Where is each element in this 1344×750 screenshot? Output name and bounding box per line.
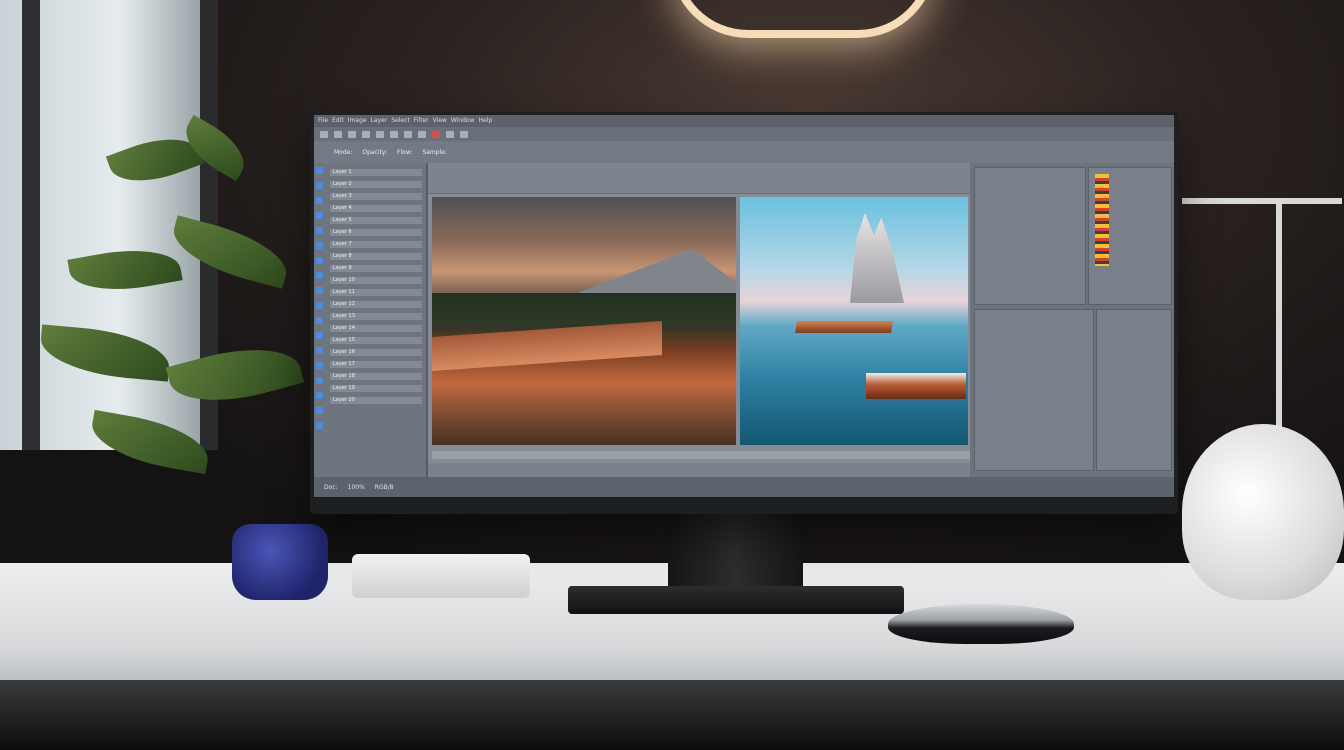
layer-row[interactable]: Layer 14 [330, 325, 422, 332]
blue-jar [232, 524, 328, 600]
tool-icon[interactable] [316, 242, 323, 249]
properties-section [974, 309, 1094, 471]
tool-icon[interactable] [316, 377, 323, 384]
monitor: File Edit Image Layer Select Filter View… [310, 112, 1178, 514]
monitor-stand [668, 514, 803, 589]
tool-icon[interactable] [316, 422, 323, 429]
menu-filter[interactable]: Filter [414, 115, 429, 127]
menu-window[interactable]: Window [451, 115, 475, 127]
settings-icon[interactable] [460, 130, 468, 138]
tool-icon[interactable] [316, 272, 323, 279]
layer-row[interactable]: Layer 19 [330, 385, 422, 392]
layer-row[interactable]: Layer 7 [330, 241, 422, 248]
tool-icon[interactable] [316, 212, 323, 219]
tool-icon[interactable] [316, 317, 323, 324]
tool-icon[interactable] [316, 227, 323, 234]
menu-image[interactable]: Image [348, 115, 367, 127]
photo-landscape-left[interactable] [432, 197, 736, 445]
layer-list: Layer 1 Layer 2 Layer 3 Layer 4 Layer 5 Layer… [330, 169, 422, 489]
layer-row[interactable]: Layer 4 [330, 205, 422, 212]
tool-icon[interactable] [316, 167, 323, 174]
option-flow[interactable]: Flow: [397, 149, 412, 156]
eraser-tool-icon[interactable] [390, 130, 398, 138]
desk-front [0, 680, 1344, 750]
layer-row[interactable]: Layer 9 [330, 265, 422, 272]
layer-row[interactable]: Layer 16 [330, 349, 422, 356]
menu-view[interactable]: View [433, 115, 447, 127]
menu-layer[interactable]: Layer [370, 115, 387, 127]
text-tool-icon[interactable] [404, 130, 412, 138]
layer-row[interactable]: Layer 10 [330, 277, 422, 284]
brush-tool-icon[interactable] [376, 130, 384, 138]
tool-icon[interactable] [316, 302, 323, 309]
mouse [888, 604, 1074, 644]
layer-row[interactable]: Layer 5 [330, 217, 422, 224]
tool-icon[interactable] [316, 257, 323, 264]
desk-lamp-pole [1276, 198, 1282, 428]
monitor-screen: File Edit Image Layer Select Filter View… [314, 115, 1174, 497]
tool-icon[interactable] [316, 407, 323, 414]
layer-row[interactable]: Layer 6 [330, 229, 422, 236]
adjustments-section [974, 167, 1086, 305]
desk-lamp-arm [1182, 198, 1342, 204]
menu-edit[interactable]: Edit [332, 115, 344, 127]
layer-row[interactable]: Layer 18 [330, 373, 422, 380]
option-sample[interactable]: Sample: [422, 149, 447, 156]
crop-tool-icon[interactable] [362, 130, 370, 138]
option-mode[interactable]: Mode: [334, 149, 352, 156]
layer-row[interactable]: Layer 1 [330, 169, 422, 176]
lasso-tool-icon[interactable] [348, 130, 356, 138]
tools-column [316, 167, 326, 487]
layer-row[interactable]: Layer 17 [330, 361, 422, 368]
layer-row[interactable]: Layer 3 [330, 193, 422, 200]
tool-icon[interactable] [316, 332, 323, 339]
tool-icon[interactable] [316, 182, 323, 189]
menu-help[interactable]: Help [479, 115, 493, 127]
window-mullion [22, 0, 40, 450]
layer-row[interactable]: Layer 20 [330, 397, 422, 404]
layer-row[interactable]: Layer 8 [330, 253, 422, 260]
status-zoom[interactable]: 100% [348, 484, 365, 491]
status-mode: RGB/8 [374, 483, 394, 491]
layer-row[interactable]: Layer 2 [330, 181, 422, 188]
zoom-tool-icon[interactable] [418, 130, 426, 138]
layers-panel: Layer 1 Layer 2 Layer 3 Layer 4 Layer 5 Layer… [314, 163, 428, 497]
layer-row[interactable]: Layer 13 [330, 313, 422, 320]
tool-icon[interactable] [316, 362, 323, 369]
layer-row[interactable]: Layer 15 [330, 337, 422, 344]
history-section [1096, 309, 1172, 471]
properties-panel [970, 163, 1174, 477]
status-bar: Doc: 100% RGB/8 [314, 477, 1174, 497]
monitor-stand-base [568, 586, 904, 614]
option-opacity[interactable]: Opacity: [362, 149, 387, 156]
options-bar: Mode: Opacity: Flow: Sample: [314, 141, 1174, 163]
tool-icon[interactable] [316, 347, 323, 354]
menu-bar: File Edit Image Layer Select Filter View… [314, 115, 1174, 127]
menu-file[interactable]: File [318, 115, 328, 127]
layer-row[interactable]: Layer 12 [330, 301, 422, 308]
hand-tool-icon[interactable] [446, 130, 454, 138]
marquee-tool-icon[interactable] [334, 130, 342, 138]
keyboard [352, 554, 530, 598]
status-doc: Doc: [324, 483, 338, 491]
menu-select[interactable]: Select [391, 115, 410, 127]
toolbar [314, 127, 1174, 141]
tool-icon[interactable] [316, 287, 323, 294]
white-vase [1182, 424, 1344, 600]
swatches-section [1088, 167, 1172, 305]
tool-icon[interactable] [316, 197, 323, 204]
layer-row[interactable]: Layer 11 [330, 289, 422, 296]
tool-icon[interactable] [316, 392, 323, 399]
color-swatches[interactable] [1095, 174, 1109, 266]
record-icon[interactable] [432, 130, 440, 138]
photo-landscape-right[interactable] [740, 197, 968, 445]
move-tool-icon[interactable] [320, 130, 328, 138]
